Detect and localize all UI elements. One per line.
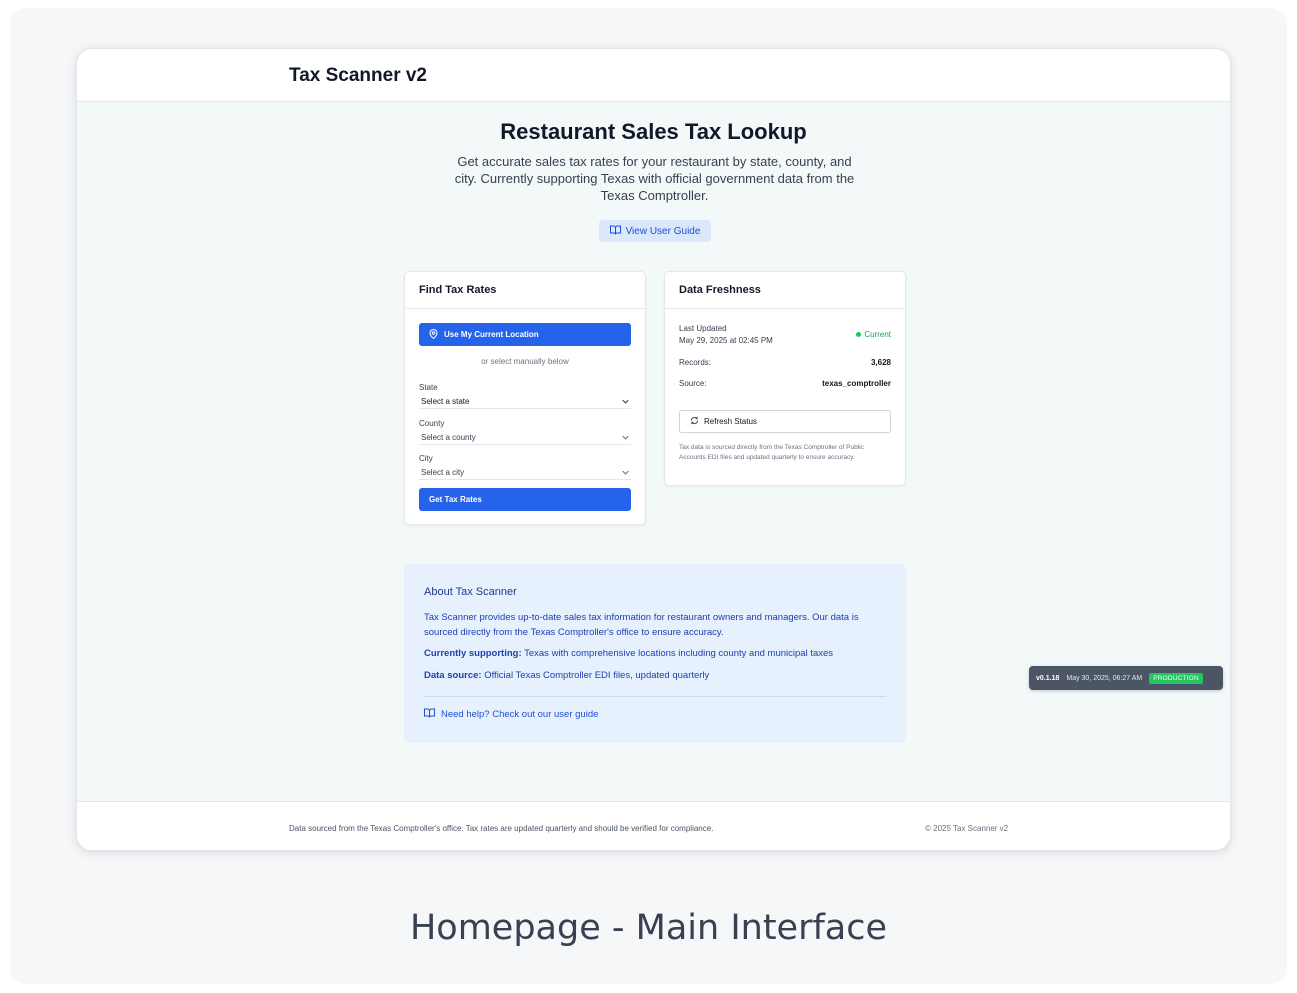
state-select[interactable]: Select a state [419, 395, 631, 409]
about-supporting: Currently supporting: Texas with compreh… [424, 646, 889, 661]
version-number: v0.1.18 [1036, 674, 1060, 682]
book-icon [424, 708, 435, 721]
location-pin-icon [429, 328, 438, 341]
find-tax-rates-card: Find Tax Rates Use My Current Location o… [404, 271, 646, 525]
status-text: Current [864, 330, 891, 339]
user-guide-link[interactable]: Need help? Check out our user guide [424, 708, 598, 721]
chevron-down-icon [622, 468, 629, 477]
supporting-text: Texas with comprehensive locations inclu… [521, 648, 834, 659]
refresh-status-label: Refresh Status [704, 417, 757, 426]
view-user-guide-label: View User Guide [625, 225, 701, 237]
about-title: About Tax Scanner [424, 586, 517, 598]
supporting-label: Currently supporting: [424, 648, 522, 659]
city-label: City [419, 454, 433, 463]
data-freshness-title: Data Freshness [665, 272, 905, 309]
app-title[interactable]: Tax Scanner v2 [289, 65, 427, 87]
status-badge: Current [856, 330, 891, 339]
about-description: Tax Scanner provides up-to-date sales ta… [424, 612, 859, 638]
data-source-note: Tax data is sourced directly from the Te… [679, 444, 864, 461]
city-select-value: Select a city [421, 468, 465, 477]
or-select-manually-text: or select manually below [481, 357, 569, 366]
state-select-value: Select a state [421, 397, 470, 406]
data-source-label: Data source: [424, 670, 482, 681]
view-user-guide-button[interactable]: View User Guide [599, 220, 711, 242]
city-select[interactable]: Select a city [419, 466, 631, 480]
screenshot-caption: Homepage - Main Interface [409, 908, 888, 948]
county-select-value: Select a county [421, 433, 476, 442]
app-window: Tax Scanner v2 Restaurant Sales Tax Look… [76, 48, 1231, 851]
refresh-icon [690, 416, 699, 427]
records-value: 3,628 [870, 358, 891, 367]
find-tax-rates-title: Find Tax Rates [405, 272, 645, 309]
page-description: Get accurate sales tax rates for your re… [454, 154, 855, 203]
source-value: texas_comptroller [822, 379, 891, 388]
records-label: Records: [679, 358, 712, 367]
about-data-source: Data source: Official Texas Comptroller … [424, 668, 889, 683]
get-tax-rates-button[interactable]: Get Tax Rates [419, 488, 631, 511]
county-label: County [419, 419, 445, 428]
status-dot-icon [856, 332, 862, 337]
footer-disclaimer: Data sourced from the Texas Comptroller'… [289, 824, 714, 833]
user-guide-link-label: Need help? Check out our user guide [441, 709, 599, 720]
divider [424, 696, 886, 697]
chevron-down-icon [622, 433, 629, 442]
use-current-location-button[interactable]: Use My Current Location [419, 323, 631, 346]
app-footer: Data sourced from the Texas Comptroller'… [77, 801, 1230, 850]
data-source-text: Official Texas Comptroller EDI files, up… [481, 670, 710, 681]
book-icon [609, 225, 621, 238]
data-freshness-card: Data Freshness Last Updated May 29, 2025… [664, 271, 906, 486]
environment-badge: PRODUCTION [1149, 672, 1203, 684]
refresh-status-button[interactable]: Refresh Status [679, 410, 891, 433]
chevron-down-icon [622, 397, 629, 406]
about-section: About Tax Scanner Tax Scanner provides u… [404, 564, 906, 743]
footer-copyright: © 2025 Tax Scanner v2 [925, 824, 1009, 833]
use-current-location-label: Use My Current Location [444, 330, 539, 339]
state-label: State [419, 383, 438, 392]
version-badge: v0.1.18 May 30, 2025, 06:27 AM PRODUCTIO… [1029, 666, 1223, 690]
page-title: Restaurant Sales Tax Lookup [500, 119, 807, 144]
app-header: Tax Scanner v2 [77, 49, 1230, 102]
version-date: May 30, 2025, 06:27 AM [1066, 674, 1143, 682]
county-select[interactable]: Select a county [419, 431, 631, 445]
